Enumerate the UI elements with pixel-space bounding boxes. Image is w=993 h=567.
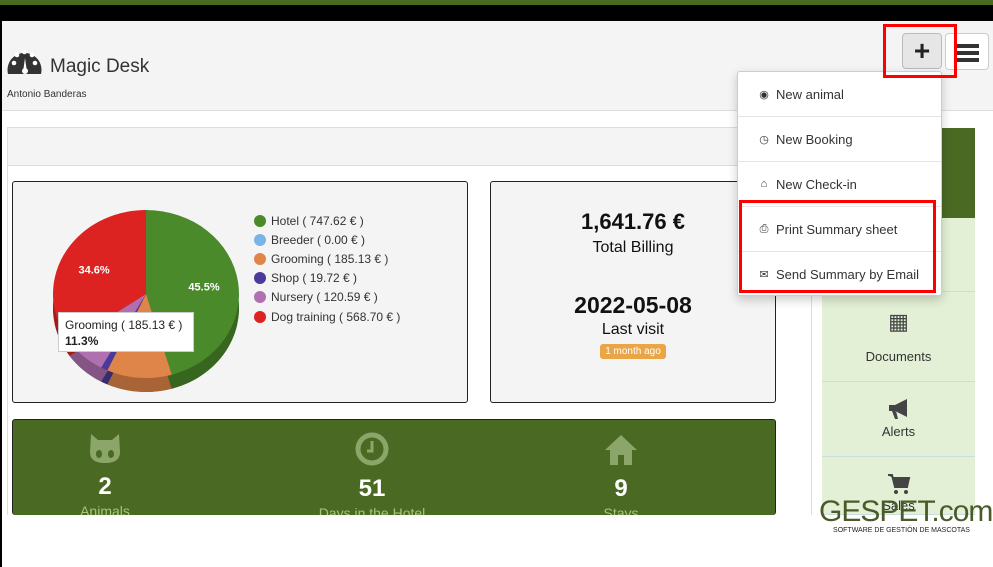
stat-value: 2 — [98, 473, 112, 500]
legend-marker — [254, 291, 266, 304]
menu-item-label: New Booking — [776, 131, 853, 147]
bullhorn-icon — [888, 399, 907, 419]
clock-icon: ◷ — [759, 133, 769, 146]
highlight-add-button — [883, 24, 957, 78]
page-title: Magic Desk — [50, 56, 150, 77]
menu-item-new-booking[interactable]: ◷ New Booking — [738, 117, 941, 162]
legend-label: Hotel ( 747.62 € ) — [271, 213, 364, 228]
dashboard-icon — [7, 49, 42, 74]
legend-item[interactable]: Shop ( 19.72 € ) — [254, 269, 400, 288]
summary-card: 1,641.76 € Total Billing 2022-05-08 Last… — [490, 181, 776, 403]
logo-text: GESPET.com — [819, 495, 993, 528]
sidebar-item-alerts[interactable]: Alerts — [822, 382, 975, 457]
cat-icon — [90, 434, 120, 463]
last-visit-badge: 1 month ago — [600, 344, 666, 359]
legend-label: Grooming ( 185.13 € ) — [271, 251, 389, 266]
stat-value: 51 — [358, 475, 386, 502]
logo-tagline: SOFTWARE DE GESTIÓN DE MASCOTAS — [833, 527, 970, 534]
legend-item[interactable]: Breeder ( 0.00 € ) — [254, 230, 400, 249]
gespet-logo: GESPET.com SOFTWARE DE GESTIÓN DE MASCOT… — [819, 495, 993, 535]
legend-item[interactable]: Nursery ( 120.59 € ) — [254, 288, 400, 307]
book-icon: ▦ — [888, 309, 909, 334]
last-visit-value: 2022-05-08 — [574, 292, 692, 318]
stat-stays: 9 Stays — [521, 432, 721, 515]
home-icon: ⌂ — [760, 178, 768, 190]
legend-item[interactable]: Grooming ( 185.13 € ) — [254, 249, 400, 268]
user-name: Antonio Banderas — [7, 89, 87, 100]
legend-label: Shop ( 19.72 € ) — [271, 271, 358, 286]
pie-data-label: 34.6% — [78, 264, 109, 276]
pie-data-label: 45.5% — [188, 282, 219, 294]
legend-marker — [254, 233, 266, 246]
stat-value: 9 — [614, 475, 628, 502]
sidebar-item-documents[interactable]: ▦ Documents — [822, 292, 975, 382]
menu-item-new-animal[interactable]: ◉ New animal — [738, 72, 941, 117]
sidebar-item-label: Alerts — [881, 424, 916, 439]
stat-label: Animals — [80, 503, 130, 515]
stat-label: Days in the Hotel — [318, 505, 426, 515]
clock-icon — [355, 432, 389, 466]
legend-marker — [254, 214, 266, 227]
menu-item-label: New animal — [776, 86, 844, 102]
legend-label: Breeder ( 0.00 € ) — [271, 232, 366, 247]
total-billing-label: Total Billing — [592, 239, 674, 256]
sidebar-item-label: Documents — [865, 349, 932, 364]
legend-item[interactable]: Dog training ( 568.70 € ) — [254, 307, 400, 326]
highlight-summary-items — [739, 200, 936, 293]
home-icon — [605, 435, 637, 465]
legend-marker — [254, 310, 266, 323]
cart-icon — [887, 474, 910, 494]
chart-tooltip: Grooming ( 185.13 € ) 11.3% — [58, 312, 194, 352]
window-bar — [0, 5, 993, 21]
stat-animals: 2 Animals — [13, 432, 205, 515]
stat-label: Stays — [603, 505, 639, 515]
legend-label: Nursery ( 120.59 € ) — [271, 290, 378, 305]
stat-days: 51 Days in the Hotel — [272, 432, 472, 515]
tooltip-value: 11.3% — [65, 334, 99, 348]
billing-chart-card: 45.5% 34.6% Hotel ( 747.62 € ) Breeder ( 0… — [12, 181, 468, 403]
cat-icon: ◉ — [759, 88, 769, 101]
last-visit-label: Last visit — [601, 321, 665, 338]
legend-item[interactable]: Hotel ( 747.62 € ) — [254, 211, 400, 230]
stats-panel: 2 Animals 51 Days in the Hotel 9 Stays — [12, 419, 776, 515]
tooltip-title: Grooming ( 185.13 € ) — [65, 318, 183, 332]
menu-item-label: New Check-in — [776, 176, 857, 192]
pie-chart: 45.5% 34.6% — [53, 210, 240, 392]
legend-marker — [254, 252, 266, 265]
legend-marker — [254, 272, 266, 285]
legend-label: Dog training ( 568.70 € ) — [271, 309, 401, 324]
total-billing-value: 1,641.76 € — [581, 209, 685, 234]
panel-header — [8, 128, 811, 166]
chart-legend: Hotel ( 747.62 € ) Breeder ( 0.00 € ) Groo… — [254, 211, 400, 326]
